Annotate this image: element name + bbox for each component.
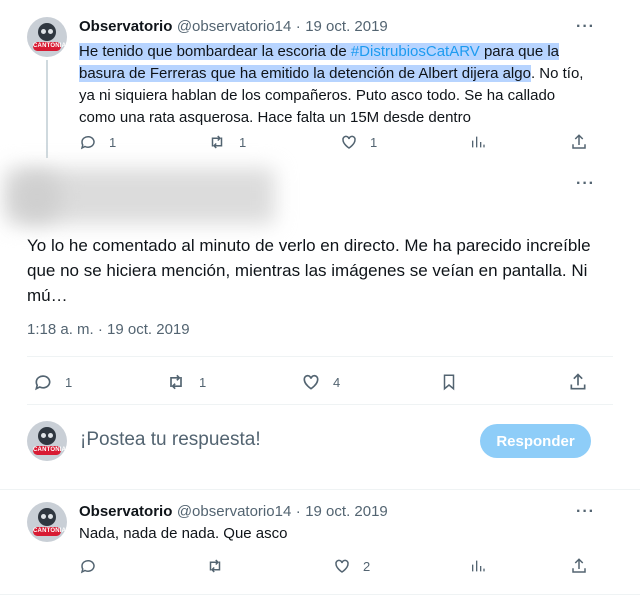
share-icon bbox=[572, 558, 586, 573]
like-count: 1 bbox=[370, 134, 378, 150]
reply-button[interactable] bbox=[79, 557, 97, 575]
views-icon bbox=[472, 560, 485, 572]
more-options-icon[interactable]: ··· bbox=[576, 18, 595, 36]
avatar-badge: CANTONIA bbox=[33, 446, 67, 455]
heart-icon bbox=[342, 135, 356, 149]
share-icon bbox=[570, 373, 586, 390]
divider bbox=[0, 594, 640, 595]
reply-count: 1 bbox=[109, 134, 117, 150]
divider bbox=[27, 404, 613, 405]
divider bbox=[0, 489, 640, 490]
retweet-button[interactable] bbox=[205, 557, 225, 575]
retweet-count: 1 bbox=[199, 374, 207, 390]
share-button[interactable] bbox=[570, 133, 588, 151]
heart-icon bbox=[335, 559, 349, 573]
like-count: 4 bbox=[333, 374, 341, 390]
avatar-face bbox=[38, 23, 56, 41]
views-button[interactable] bbox=[470, 557, 486, 575]
share-icon bbox=[572, 134, 586, 149]
tweet-header: Observatorio @observatorio14 · 19 oct. 2… bbox=[79, 18, 388, 36]
reply-count: 1 bbox=[65, 374, 73, 390]
bookmark-button[interactable] bbox=[440, 372, 458, 392]
reply-input[interactable]: ¡Postea tu respuesta! bbox=[80, 429, 261, 451]
heart-icon bbox=[303, 374, 319, 390]
like-count: 2 bbox=[363, 558, 371, 574]
blurred-avatar bbox=[12, 172, 62, 222]
reply-icon bbox=[80, 135, 95, 150]
like-button[interactable]: 4 bbox=[301, 372, 340, 392]
retweet-count: 1 bbox=[239, 134, 247, 150]
author-name[interactable]: Observatorio bbox=[79, 503, 172, 520]
avatar[interactable]: CANTONIA bbox=[27, 502, 67, 542]
author-handle[interactable]: @observatorio14 bbox=[177, 503, 291, 520]
tweet-header: Observatorio @observatorio14 · 19 oct. 2… bbox=[79, 503, 388, 521]
like-button[interactable]: 2 bbox=[333, 557, 370, 575]
reply-button[interactable]: 1 bbox=[33, 372, 72, 392]
reply-submit-button[interactable]: Responder bbox=[480, 424, 591, 458]
avatar-badge: CANTONIA bbox=[33, 527, 67, 536]
thread-line bbox=[46, 60, 48, 158]
views-icon bbox=[472, 136, 485, 148]
share-button[interactable] bbox=[568, 372, 588, 392]
share-button[interactable] bbox=[570, 557, 588, 575]
reply-icon bbox=[35, 375, 51, 391]
separator-dot: · bbox=[295, 503, 301, 520]
views-button[interactable] bbox=[470, 133, 486, 151]
separator-dot: · bbox=[295, 18, 301, 35]
retweet-button[interactable]: 1 bbox=[207, 133, 246, 151]
like-button[interactable]: 1 bbox=[340, 133, 377, 151]
tweet-text: Nada, nada de nada. Que asco bbox=[79, 525, 288, 542]
tweet-date[interactable]: 19 oct. 2019 bbox=[305, 503, 388, 520]
avatar[interactable]: CANTONIA bbox=[27, 421, 67, 461]
retweet-icon bbox=[170, 374, 182, 390]
main-tweet-timestamp[interactable]: 1:18 a. m. · 19 oct. 2019 bbox=[27, 321, 190, 338]
more-options-icon[interactable]: ··· bbox=[576, 503, 595, 521]
avatar-badge: CANTONIA bbox=[33, 42, 67, 51]
more-options-icon[interactable]: ··· bbox=[576, 175, 595, 193]
tweet-text: He tenido que bombardear la escoria de #… bbox=[79, 43, 584, 126]
author-name[interactable]: Observatorio bbox=[79, 18, 172, 35]
retweet-icon bbox=[209, 559, 221, 573]
retweet-button[interactable]: 1 bbox=[165, 372, 206, 392]
hashtag-link[interactable]: #DistrubiosCatARV bbox=[350, 43, 480, 60]
main-tweet-text: Yo lo he comentado al minuto de verlo en… bbox=[27, 236, 591, 305]
reply-button[interactable]: 1 bbox=[79, 133, 116, 151]
retweet-icon bbox=[211, 135, 223, 149]
author-handle[interactable]: @observatorio14 bbox=[177, 18, 291, 35]
avatar[interactable]: CANTONIA bbox=[27, 17, 67, 57]
bookmark-icon bbox=[443, 374, 455, 391]
divider bbox=[27, 356, 613, 357]
reply-icon bbox=[80, 559, 95, 574]
tweet-date[interactable]: 19 oct. 2019 bbox=[305, 18, 388, 35]
